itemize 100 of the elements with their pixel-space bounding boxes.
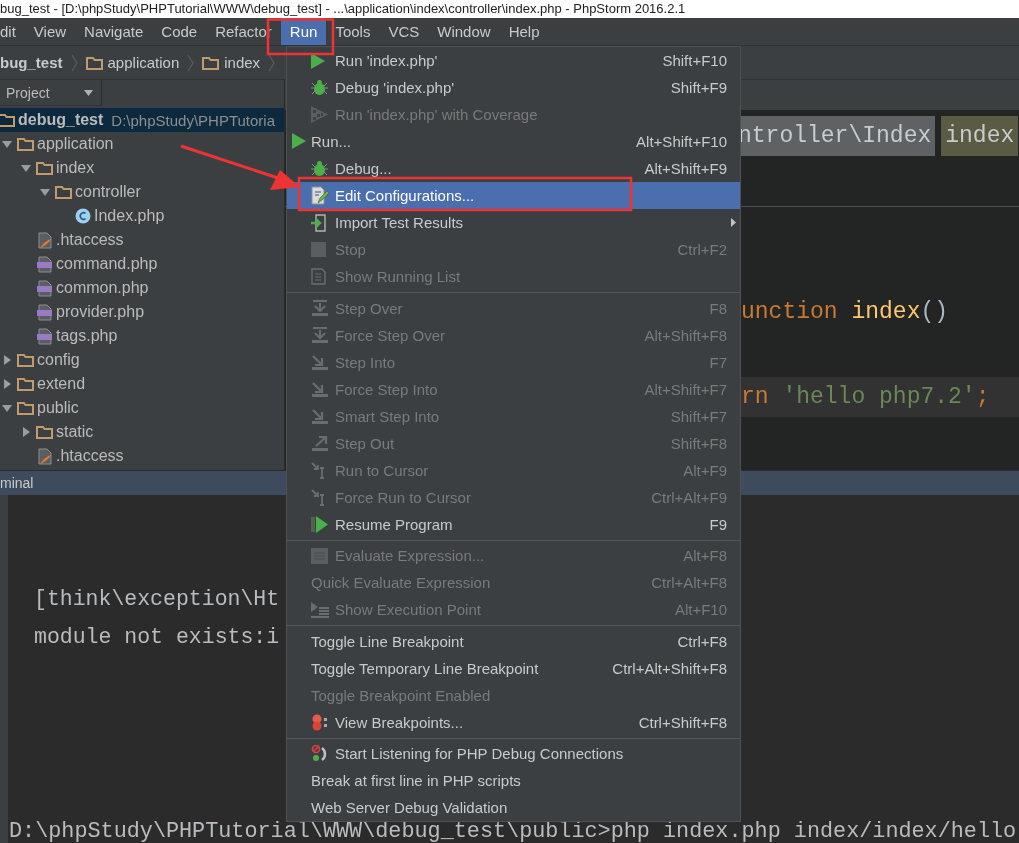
- folder-icon: [202, 55, 220, 70]
- expand-arrow-icon[interactable]: [39, 187, 50, 197]
- folder-icon: [17, 401, 34, 415]
- step-into-icon: [311, 407, 329, 425]
- menu-item[interactable]: Debug... Alt+Shift+F9: [287, 155, 740, 182]
- shortcut-label: Alt+Shift+F7: [644, 380, 727, 398]
- folder-icon: [55, 185, 72, 199]
- tree-item[interactable]: tags.php: [0, 324, 284, 348]
- breadcrumb-item[interactable]: application: [107, 54, 180, 71]
- folder-icon: [36, 425, 53, 439]
- php-file-icon: [36, 255, 53, 273]
- terminal-command: D:\phpStudy\PHPTutorial\WWW\debug_test\public>php index.php index/index/hello: [9, 821, 1018, 843]
- editor-breadcrumb[interactable]: index: [941, 116, 1019, 156]
- shortcut-label: Ctrl+Alt+F8: [651, 574, 727, 591]
- folder-icon: [0, 113, 15, 127]
- step-into-icon: [311, 353, 329, 371]
- folder-icon: [36, 161, 53, 175]
- tree-item[interactable]: public: [0, 396, 284, 420]
- tree-item[interactable]: debug_test D:\phpStudy\PHPTutoria: [0, 108, 284, 132]
- import-icon: [311, 213, 328, 232]
- dropdown-arrow-icon[interactable]: [84, 89, 93, 96]
- bug-icon: [311, 160, 328, 177]
- tree-item[interactable]: Index.php: [0, 204, 284, 228]
- shortcut-label: Ctrl+Shift+F8: [638, 713, 727, 731]
- edit-document-icon: [311, 186, 329, 205]
- menu-item[interactable]: Resume Program F9: [287, 510, 740, 538]
- shortcut-label: Alt+F8: [683, 547, 727, 564]
- shortcut-label: Ctrl+F8: [677, 632, 727, 650]
- shortcut-label: F7: [709, 353, 727, 371]
- tree-item[interactable]: .htaccess: [0, 228, 284, 252]
- tree-item[interactable]: index: [0, 156, 284, 180]
- expand-arrow-icon[interactable]: [1, 355, 12, 365]
- shortcut-label: Alt+Shift+F9: [644, 160, 727, 177]
- folder-icon: [17, 353, 34, 367]
- expand-arrow-icon[interactable]: [1, 403, 12, 413]
- breakpoints-icon: [311, 713, 328, 731]
- stop-icon: [311, 242, 326, 257]
- menu-item[interactable]: View Breakpoints... Ctrl+Shift+F8: [287, 708, 740, 736]
- chevron-icon: [70, 53, 78, 72]
- menu-bar-item[interactable]: Navigate: [75, 18, 153, 45]
- chevron-icon: [268, 53, 276, 72]
- menu-item[interactable]: Start Listening for PHP Debug Connections: [287, 740, 740, 767]
- shortcut-label: Shift+F9: [670, 79, 727, 96]
- tree-item[interactable]: command.php: [0, 252, 284, 276]
- menu-bar-item[interactable]: VCS: [379, 18, 429, 45]
- expand-arrow-icon[interactable]: [20, 163, 31, 173]
- menu-bar-item[interactable]: Help: [499, 18, 549, 45]
- shortcut-label: F8: [709, 299, 727, 317]
- expand-arrow-icon[interactable]: [20, 427, 31, 437]
- project-path: D:\phpStudy\PHPTutoria: [111, 111, 276, 129]
- tree-item[interactable]: provider.php: [0, 300, 284, 324]
- play-icon: [311, 52, 325, 69]
- menu-bar-item[interactable]: View: [24, 18, 76, 45]
- step-into-icon: [311, 380, 329, 398]
- menu-bar-item[interactable]: Code: [152, 18, 207, 45]
- tree-item[interactable]: .htaccess: [0, 444, 284, 468]
- feather-file-icon: [36, 447, 53, 465]
- menu-item[interactable]: Web Server Debug Validation: [287, 794, 740, 821]
- breadcrumb-item[interactable]: bug_test: [0, 54, 63, 71]
- tree-item[interactable]: application: [0, 132, 284, 156]
- menu-item[interactable]: Import Test Results: [287, 209, 740, 236]
- menu-bar-item[interactable]: Window: [428, 18, 500, 45]
- shortcut-label: Shift+F10: [662, 52, 727, 69]
- folder-icon: [17, 377, 34, 391]
- menu-bar-item[interactable]: Tools: [326, 18, 380, 45]
- menu-item[interactable]: Break at first line in PHP scripts: [287, 767, 740, 794]
- tree-item[interactable]: static: [0, 420, 284, 444]
- menu-bar-item[interactable]: dit: [0, 18, 25, 45]
- menu-item[interactable]: Toggle Line Breakpoint Ctrl+F8: [287, 627, 740, 655]
- tree-item[interactable]: common.php: [0, 276, 284, 300]
- bug-icon: [311, 79, 328, 96]
- class-icon: [74, 208, 91, 224]
- shortcut-label: Alt+F10: [674, 601, 727, 618]
- step-out-icon: [311, 434, 329, 452]
- resume-icon: [311, 515, 328, 533]
- calculator-icon: [311, 547, 328, 564]
- expand-arrow-icon[interactable]: [1, 379, 12, 389]
- panel-title[interactable]: Project: [6, 84, 50, 101]
- tree-item[interactable]: controller: [0, 180, 284, 204]
- terminal-output: module not exists:i: [34, 626, 280, 648]
- php-file-icon: [36, 327, 53, 345]
- expand-arrow-icon[interactable]: [1, 139, 12, 149]
- menu-item[interactable]: Toggle Temporary Line Breakpoint Ctrl+Alt+Shift+F8: [287, 654, 740, 682]
- shortcut-label: F9: [709, 515, 727, 533]
- chevron-icon: [187, 53, 195, 72]
- execution-point-icon: [311, 601, 329, 618]
- shortcut-label: Alt+Shift+F10: [636, 133, 727, 150]
- phone-listen-icon: [311, 744, 329, 763]
- menu-item[interactable]: Run 'index.php' Shift+F10: [287, 47, 740, 74]
- tree-item[interactable]: config: [0, 348, 284, 372]
- menu-item[interactable]: Debug 'index.php' Shift+F9: [287, 74, 740, 101]
- tree-item[interactable]: extend: [0, 372, 284, 396]
- php-file-icon: [36, 303, 53, 321]
- breadcrumb-item[interactable]: index: [224, 54, 261, 71]
- menu-item[interactable]: Edit Configurations...: [287, 182, 740, 209]
- shortcut-label: Ctrl+Alt+F9: [651, 488, 727, 506]
- play-icon: [292, 133, 306, 149]
- terminal-tab[interactable]: minal: [0, 475, 34, 491]
- checkered-play-icon: [311, 106, 328, 123]
- shortcut-label: Shift+F7: [670, 407, 727, 425]
